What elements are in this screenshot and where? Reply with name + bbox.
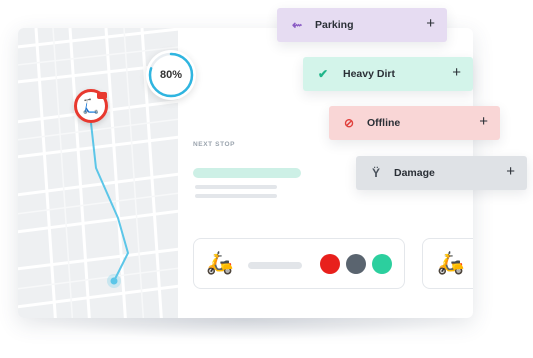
- pin-badge: [97, 92, 107, 99]
- vehicle-card[interactable]: 🛵: [193, 238, 405, 289]
- add-icon[interactable]: +: [426, 15, 435, 33]
- tag-label: Damage: [394, 167, 435, 179]
- status-dot-grey[interactable]: [346, 254, 366, 274]
- scooter-icon: 🛵: [206, 250, 234, 275]
- battery-percent: 80%: [159, 69, 183, 81]
- wrench-icon: Ÿ: [371, 166, 380, 180]
- offline-icon: ⊘: [343, 116, 355, 130]
- tag-damage[interactable]: Ÿ Damage +: [356, 156, 527, 190]
- scooter-icon: 🛵: [437, 250, 465, 275]
- scooter-map-pin[interactable]: 🛴: [74, 89, 108, 123]
- battery-progress-ring: 80%: [146, 50, 196, 100]
- tag-label: Heavy Dirt: [343, 68, 395, 80]
- parking-icon: ⇜: [291, 18, 303, 32]
- add-icon[interactable]: +: [452, 64, 461, 82]
- vehicle-card[interactable]: 🛵: [422, 238, 473, 289]
- next-stop-line-placeholder: [195, 185, 277, 189]
- next-stop-label: NEXT STOP: [193, 141, 236, 148]
- next-stop-title-placeholder: [193, 168, 301, 178]
- tag-label: Parking: [315, 19, 354, 31]
- vehicle-name-placeholder: [248, 262, 302, 269]
- tag-heavy-dirt[interactable]: ✔ Heavy Dirt +: [303, 57, 473, 91]
- tag-offline[interactable]: ⊘ Offline +: [329, 106, 500, 140]
- next-stop-line-placeholder: [195, 194, 277, 198]
- status-dot-red[interactable]: [320, 254, 340, 274]
- add-icon[interactable]: +: [479, 113, 488, 131]
- status-dot-teal[interactable]: [372, 254, 392, 274]
- tag-parking[interactable]: ⇜ Parking +: [277, 8, 447, 42]
- scooter-icon: 🛴: [82, 98, 100, 114]
- add-icon[interactable]: +: [506, 163, 515, 181]
- broom-icon: ✔: [317, 67, 329, 81]
- tag-label: Offline: [367, 117, 401, 129]
